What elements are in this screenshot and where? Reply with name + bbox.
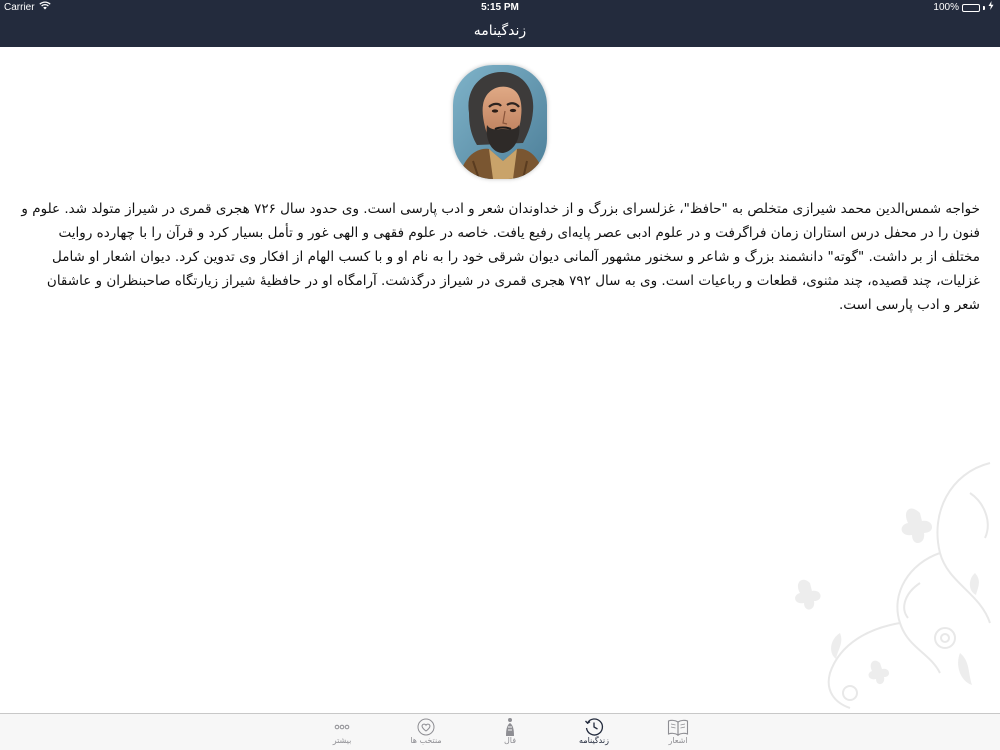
tab-biography[interactable]: زندگینامه <box>552 714 636 750</box>
tab-more-label: بیشتر <box>332 736 352 745</box>
heart-icon <box>384 717 468 737</box>
tab-list: بیشتر منتخب ها فال زندگینامه اشعار <box>300 714 720 750</box>
top-bar: Carrier 5:15 PM 100% زندگینامه <box>0 0 1000 47</box>
page-title: زندگینامه <box>473 23 527 39</box>
tab-poems-label: اشعار <box>668 736 688 745</box>
fal-icon <box>468 717 552 737</box>
battery-percent: 100% <box>933 2 959 13</box>
hafez-portrait <box>453 65 547 179</box>
tab-favorites-label: منتخب ها <box>410 736 442 745</box>
tab-fal-label: فال <box>503 736 517 745</box>
book-icon <box>636 717 720 737</box>
charging-icon <box>988 0 994 16</box>
floral-ornament <box>780 453 1000 713</box>
tab-bar: بیشتر منتخب ها فال زندگینامه اشعار <box>0 713 1000 750</box>
battery-icon <box>962 4 980 12</box>
content-area[interactable]: خواجه شمس‌الدین محمد شیرازی متخلص به "حا… <box>0 47 1000 713</box>
status-time: 5:15 PM <box>481 2 519 13</box>
battery-cap <box>983 6 985 10</box>
status-right: 100% <box>933 0 994 16</box>
tab-favorites[interactable]: منتخب ها <box>384 714 468 750</box>
tab-fal[interactable]: فال <box>468 714 552 750</box>
tab-more[interactable]: بیشتر <box>300 714 384 750</box>
app-window: Carrier 5:15 PM 100% زندگینامه خواجه شمس… <box>0 0 1000 750</box>
more-icon <box>300 717 384 737</box>
tab-poems[interactable]: اشعار <box>636 714 720 750</box>
tab-biography-label: زندگینامه <box>579 736 609 745</box>
status-bar: Carrier 5:15 PM 100% <box>0 0 1000 16</box>
clock-icon <box>552 717 636 737</box>
biography-text: خواجه شمس‌الدین محمد شیرازی متخلص به "حا… <box>21 201 980 313</box>
